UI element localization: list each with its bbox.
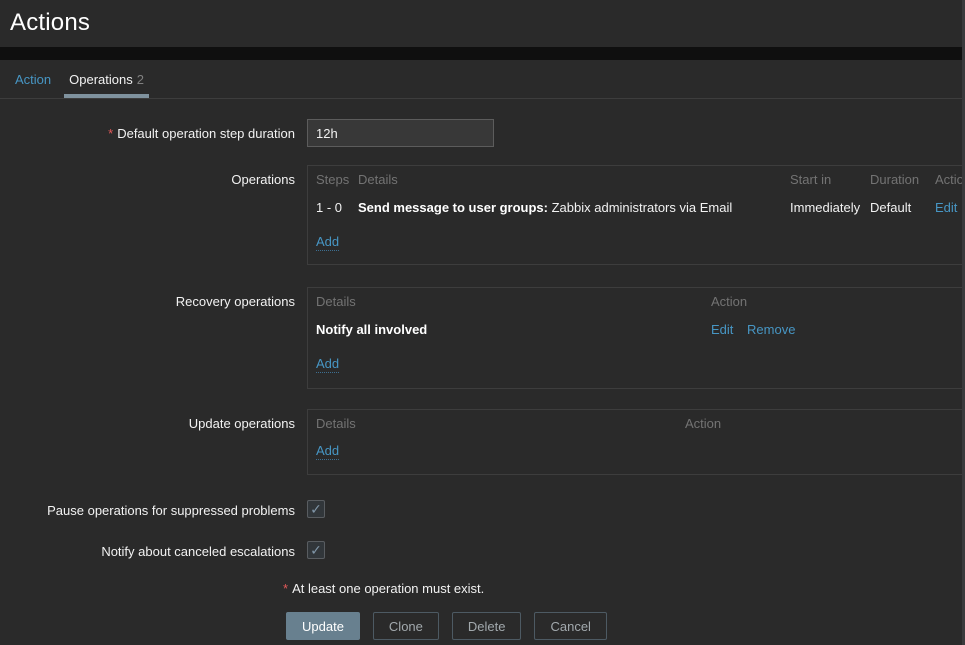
operations-add-link[interactable]: Add <box>316 234 339 251</box>
recovery-add-link[interactable]: Add <box>316 356 339 373</box>
recovery-table-header: Details Action <box>308 288 965 316</box>
operation-edit-link[interactable]: Edit <box>935 200 957 216</box>
update-button[interactable]: Update <box>286 612 360 640</box>
col-action: Action <box>685 410 885 432</box>
col-action: Action <box>711 288 911 310</box>
tab-action-label: Action <box>15 72 51 87</box>
row-pause-suppressed: Pause operations for suppressed problems… <box>0 500 965 518</box>
row-recovery-operations: Recovery operations Details Action Notif… <box>0 287 965 389</box>
clone-button[interactable]: Clone <box>373 612 439 640</box>
col-duration: Duration <box>870 166 935 188</box>
operations-table: Steps Details Start in Duration Action 1… <box>307 165 965 265</box>
operations-table-row: 1 - 0 Send message to user groups: Zabbi… <box>308 194 965 222</box>
default-step-duration-label: *Default operation step duration <box>0 119 295 141</box>
tab-bar: Action Operations 2 <box>0 60 965 99</box>
notify-canceled-label: Notify about canceled escalations <box>0 542 295 559</box>
tab-operations-count: 2 <box>137 72 144 87</box>
col-action: Action <box>935 166 965 188</box>
operation-steps: 1 - 0 <box>316 194 358 216</box>
operations-form: *Default operation step duration Operati… <box>0 99 965 640</box>
recovery-operations-label: Recovery operations <box>0 287 295 309</box>
default-step-duration-input[interactable] <box>307 119 494 147</box>
recovery-table-row: Notify all involved Edit Remove <box>308 316 965 344</box>
recovery-operations-table: Details Action Notify all involved Edit … <box>307 287 965 389</box>
header-divider-strip <box>0 47 965 60</box>
tab-operations[interactable]: Operations 2 <box>64 60 149 98</box>
form-footnote: *At least one operation must exist. <box>283 581 965 596</box>
operations-table-header: Steps Details Start in Duration Action <box>308 166 965 194</box>
col-start-in: Start in <box>790 166 870 188</box>
checkmark-icon: ✓ <box>310 543 322 557</box>
row-default-step-duration: *Default operation step duration <box>0 119 965 147</box>
tab-operations-label: Operations <box>69 72 133 87</box>
recovery-add-row: Add <box>308 344 965 388</box>
update-table-header: Details Action <box>308 410 965 438</box>
col-details: Details <box>316 288 711 310</box>
checkmark-icon: ✓ <box>310 502 322 516</box>
operation-start-in: Immediately <box>790 194 870 216</box>
col-details: Details <box>358 166 790 188</box>
cancel-button[interactable]: Cancel <box>534 612 606 640</box>
required-asterisk: * <box>108 126 113 141</box>
page-header: Actions <box>0 0 965 47</box>
recovery-edit-link[interactable]: Edit <box>711 322 733 338</box>
form-buttons: Update Clone Delete Cancel <box>286 612 965 640</box>
update-operations-label: Update operations <box>0 409 295 431</box>
operation-details: Send message to user groups: Zabbix admi… <box>358 194 790 216</box>
row-update-operations: Update operations Details Action Add <box>0 409 965 475</box>
col-steps: Steps <box>316 166 358 188</box>
update-operations-table: Details Action Add <box>307 409 965 475</box>
operation-duration: Default <box>870 194 935 216</box>
delete-button[interactable]: Delete <box>452 612 522 640</box>
row-operations: Operations Steps Details Start in Durati… <box>0 165 965 265</box>
update-add-link[interactable]: Add <box>316 443 339 460</box>
pause-suppressed-checkbox[interactable]: ✓ <box>307 500 325 518</box>
recovery-remove-link[interactable]: Remove <box>747 322 795 338</box>
required-asterisk: * <box>283 581 288 596</box>
operations-add-row: Add <box>308 222 965 264</box>
update-add-row: Add <box>308 438 965 474</box>
operations-label: Operations <box>0 165 295 187</box>
recovery-details: Notify all involved <box>316 316 711 338</box>
tab-action[interactable]: Action <box>10 60 56 98</box>
col-details: Details <box>316 410 685 432</box>
row-notify-canceled: Notify about canceled escalations ✓ <box>0 541 965 559</box>
page-title: Actions <box>10 9 955 37</box>
pause-suppressed-label: Pause operations for suppressed problems <box>0 501 295 518</box>
notify-canceled-checkbox[interactable]: ✓ <box>307 541 325 559</box>
